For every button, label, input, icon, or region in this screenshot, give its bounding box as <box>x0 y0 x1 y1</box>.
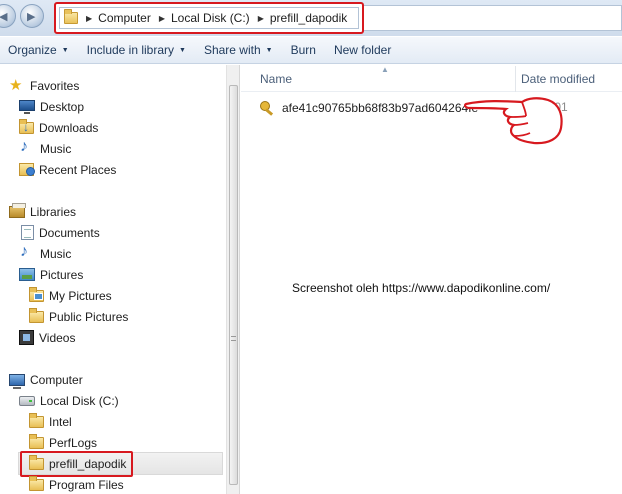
nav-label: Videos <box>39 330 76 345</box>
chevron-right-icon[interactable]: ▶ <box>258 14 264 23</box>
column-divider[interactable] <box>515 66 516 92</box>
videos-icon <box>19 329 34 345</box>
nav-item-perflogs[interactable]: PerfLogs <box>29 432 97 453</box>
back-arrow-icon: ◀ <box>0 11 8 23</box>
forward-button[interactable]: ▶ <box>20 4 44 28</box>
breadcrumb-prefill-dapodik[interactable]: prefill_dapodik <box>270 11 347 25</box>
command-toolbar: Organize ▼ Include in library ▼ Share with… <box>0 36 622 64</box>
nav-label: Local Disk (C:) <box>40 393 119 408</box>
new-folder-button[interactable]: New folder <box>326 43 401 57</box>
chevron-down-icon: ▼ <box>179 46 186 54</box>
nav-label: Pictures <box>40 267 84 282</box>
address-bar-area: ◀ ▶ ▶ Computer ▶ Local Disk (C:) ▶ prefi… <box>0 0 622 36</box>
chevron-down-icon: ▼ <box>265 46 273 54</box>
breadcrumb-local-disk[interactable]: Local Disk (C:) <box>171 11 250 25</box>
watermark-text: Screenshot oleh https://www.dapodikonlin… <box>292 281 551 295</box>
nav-label: Libraries <box>30 204 77 219</box>
desktop-icon <box>19 100 35 114</box>
music-icon <box>19 243 35 261</box>
grip-icon <box>231 336 236 341</box>
folder-icon <box>29 307 44 323</box>
computer-icon <box>9 373 25 389</box>
folder-icon <box>29 412 44 428</box>
nav-item-library-music[interactable]: Music <box>19 243 71 264</box>
organize-button[interactable]: Organize ▼ <box>0 43 79 57</box>
breadcrumb-computer[interactable]: Computer <box>98 11 151 25</box>
share-with-label: Share with <box>203 43 261 57</box>
recent-places-icon <box>19 163 35 176</box>
nav-item-music[interactable]: Music <box>19 138 71 159</box>
include-in-library-button[interactable]: Include in library ▼ <box>79 43 196 57</box>
music-icon <box>19 138 35 156</box>
address-bar-empty-area[interactable] <box>364 5 622 31</box>
documents-icon <box>21 224 34 240</box>
burn-button[interactable]: Burn <box>283 43 326 57</box>
nav-label: My Pictures <box>49 288 112 303</box>
nav-label: Favorites <box>30 78 80 93</box>
nav-item-libraries[interactable]: Libraries <box>9 201 76 222</box>
include-in-library-label: Include in library <box>86 43 175 57</box>
nav-label: Computer <box>30 372 83 387</box>
address-bar[interactable]: ▶ Computer ▶ Local Disk (C:) ▶ prefill_d… <box>59 7 359 29</box>
key-icon <box>260 101 276 115</box>
chevron-right-icon[interactable]: ▶ <box>86 14 92 23</box>
nav-item-public-pictures[interactable]: Public Pictures <box>29 306 128 327</box>
nav-label: Program Files <box>49 477 124 492</box>
folder-icon <box>64 9 78 24</box>
nav-label: Intel <box>49 414 72 429</box>
nav-label: Documents <box>39 225 100 240</box>
nav-item-desktop[interactable]: Desktop <box>19 96 84 117</box>
sort-ascending-icon: ▲ <box>381 65 389 74</box>
share-with-button[interactable]: Share with ▼ <box>196 43 283 57</box>
nav-item-favorites[interactable]: Favorites <box>9 75 79 96</box>
organize-label: Organize <box>8 43 57 57</box>
star-icon <box>9 76 25 94</box>
nav-item-recent-places[interactable]: Recent Places <box>19 159 116 180</box>
hard-disk-icon <box>19 395 35 406</box>
nav-item-local-disk[interactable]: Local Disk (C:) <box>19 390 119 411</box>
nav-pane-scrollbar[interactable] <box>226 65 240 494</box>
column-header-row: ▲ Name Date modified <box>241 65 622 92</box>
nav-item-intel[interactable]: Intel <box>29 411 72 432</box>
nav-item-my-pictures[interactable]: My Pictures <box>29 285 112 306</box>
chevron-right-icon[interactable]: ▶ <box>159 14 165 23</box>
nav-label: Music <box>40 141 72 156</box>
nav-label: Recent Places <box>39 162 117 177</box>
nav-item-downloads[interactable]: Downloads <box>19 117 98 138</box>
column-header-date-modified[interactable]: Date modified <box>521 72 595 86</box>
nav-label: PerfLogs <box>49 435 98 450</box>
nav-item-program-files[interactable]: Program Files <box>29 474 124 494</box>
downloads-icon <box>19 118 34 134</box>
folder-icon <box>29 433 44 449</box>
forward-arrow-icon: ▶ <box>27 11 36 23</box>
nav-label: Desktop <box>40 99 85 114</box>
address-highlight-outline: ▶ Computer ▶ Local Disk (C:) ▶ prefill_d… <box>54 2 364 34</box>
nav-item-videos[interactable]: Videos <box>19 327 75 348</box>
nav-item-documents[interactable]: Documents <box>21 222 100 243</box>
libraries-icon <box>9 202 26 218</box>
nav-item-pictures[interactable]: Pictures <box>19 264 83 285</box>
back-button[interactable]: ◀ <box>0 4 16 28</box>
pictures-icon <box>19 268 35 281</box>
file-list-pane[interactable] <box>241 65 622 494</box>
scrollbar-thumb[interactable] <box>229 85 238 485</box>
folder-icon <box>29 286 44 302</box>
nav-label: Public Pictures <box>49 309 129 324</box>
folder-icon <box>29 475 44 491</box>
chevron-down-icon: ▼ <box>61 46 69 54</box>
column-header-name[interactable]: Name <box>260 72 292 86</box>
nav-label: Downloads <box>39 120 99 135</box>
nav-label: Music <box>40 246 72 261</box>
nav-item-computer[interactable]: Computer <box>9 369 83 390</box>
file-name[interactable]: afe41c90765bb68f83b97ad604264fe <box>282 101 478 115</box>
pointing-hand-icon <box>464 97 563 145</box>
